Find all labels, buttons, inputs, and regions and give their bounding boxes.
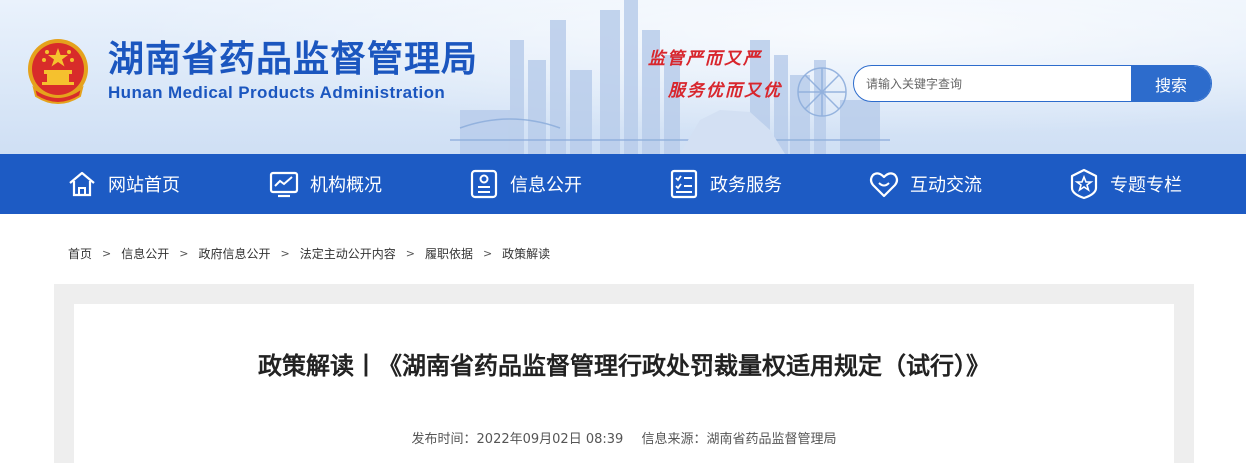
- article-card: 政策解读丨《湖南省药品监督管理行政处罚裁量权适用规定（试行）》 发布时间：202…: [74, 304, 1174, 463]
- breadcrumb-separator: >: [482, 247, 493, 260]
- article-container: 政策解读丨《湖南省药品监督管理行政处罚裁量权适用规定（试行）》 发布时间：202…: [54, 284, 1194, 463]
- chart-monitor-icon: [269, 171, 299, 198]
- search-input[interactable]: [854, 66, 1132, 101]
- nav-label: 专题专栏: [1110, 175, 1182, 196]
- breadcrumb-separator: >: [405, 247, 415, 260]
- breadcrumb-duty-basis[interactable]: 履职依据: [425, 245, 473, 262]
- nav-item-topics[interactable]: 专题专栏: [1068, 154, 1182, 214]
- nav-item-about[interactable]: 机构概况: [268, 154, 382, 214]
- slogan-line-2: 服务优而又优: [668, 81, 782, 101]
- article-meta: 发布时间：2022年09月02日 08:39 信息来源：湖南省药品监督管理局: [74, 428, 1174, 447]
- info-card-icon: [470, 169, 498, 199]
- main-nav: 网站首页 机构概况 信息公开 政务服务 互动交流 专题专栏: [0, 154, 1246, 214]
- search-box: 搜索: [853, 65, 1212, 102]
- nav-label: 机构概况: [310, 175, 382, 196]
- header-banner: 湖南省药品监督管理局 Hunan Medical Products Admini…: [0, 0, 1246, 154]
- site-subtitle: Hunan Medical Products Administration: [108, 83, 446, 102]
- nav-item-info[interactable]: 信息公开: [468, 154, 582, 214]
- nav-item-services[interactable]: 政务服务: [668, 154, 782, 214]
- publish-time: 发布时间：2022年09月02日 08:39: [411, 432, 624, 447]
- breadcrumb-info-public[interactable]: 信息公开: [121, 245, 169, 262]
- breadcrumb-separator: >: [280, 247, 290, 260]
- home-icon: [69, 171, 95, 197]
- info-source: 信息来源：湖南省药品监督管理局: [641, 432, 837, 447]
- article-title: 政策解读丨《湖南省药品监督管理行政处罚裁量权适用规定（试行）》: [258, 352, 990, 380]
- breadcrumb-policy-interpretation[interactable]: 政策解读: [502, 245, 550, 262]
- nav-label: 互动交流: [910, 175, 982, 196]
- heart-chat-icon: [869, 172, 899, 198]
- breadcrumb-home[interactable]: 首页: [68, 245, 92, 262]
- checklist-icon: [670, 169, 698, 199]
- nav-item-home[interactable]: 网站首页: [66, 154, 180, 214]
- breadcrumb-separator: >: [102, 247, 112, 260]
- breadcrumb-statutory-content[interactable]: 法定主动公开内容: [300, 245, 396, 262]
- site-title[interactable]: 湖南省药品监督管理局: [108, 40, 478, 80]
- nav-label: 信息公开: [510, 175, 582, 196]
- nav-label: 网站首页: [108, 175, 180, 196]
- search-button[interactable]: 搜索: [1131, 66, 1211, 101]
- breadcrumb-separator: >: [179, 247, 189, 260]
- breadcrumb: 首页 > 信息公开 > 政府信息公开 > 法定主动公开内容 > 履职依据 > 政…: [68, 245, 550, 262]
- nav-item-interaction[interactable]: 互动交流: [868, 154, 982, 214]
- national-emblem-icon[interactable]: [24, 36, 92, 106]
- slogan-line-1: 监管严而又严: [648, 49, 762, 69]
- star-badge-icon: [1070, 168, 1098, 200]
- nav-label: 政务服务: [710, 175, 782, 196]
- breadcrumb-gov-info[interactable]: 政府信息公开: [198, 245, 270, 262]
